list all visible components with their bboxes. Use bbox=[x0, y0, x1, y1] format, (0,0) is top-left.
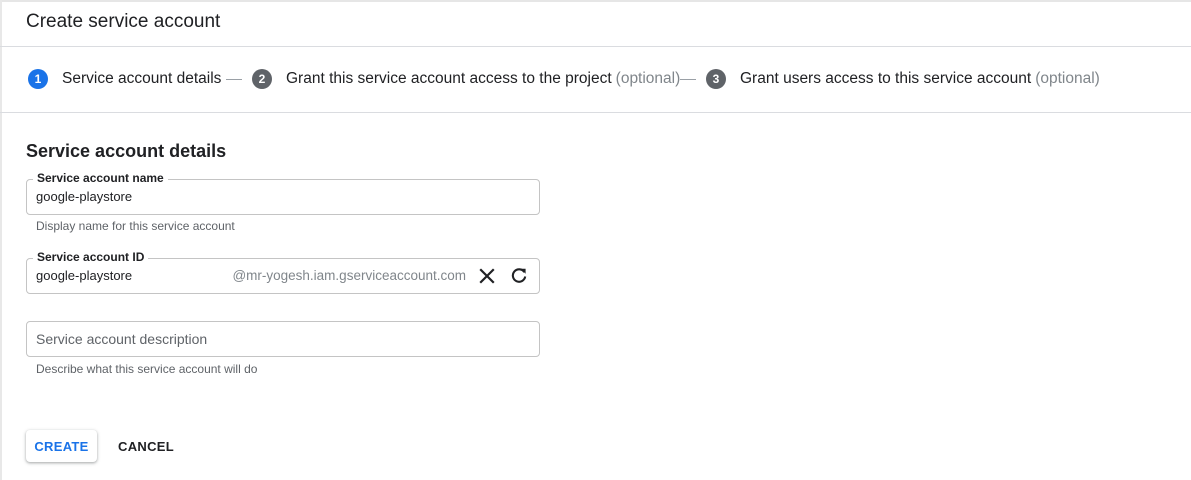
page-title: Create service account bbox=[26, 11, 221, 32]
service-account-name-hint: Display name for this service account bbox=[36, 219, 235, 233]
service-account-description-field[interactable]: Service account description bbox=[26, 321, 540, 357]
step-1[interactable]: 1 Service account details bbox=[28, 68, 221, 90]
service-account-id-suffix: @mr-yogesh.iam.gserviceaccount.com bbox=[232, 268, 466, 283]
close-icon bbox=[479, 268, 495, 284]
step-connector-1 bbox=[226, 79, 242, 80]
cancel-button[interactable]: CANCEL bbox=[110, 430, 182, 462]
page-header: Create service account bbox=[0, 0, 1191, 47]
step-1-number: 1 bbox=[28, 69, 48, 89]
service-account-description-hint: Describe what this service account will … bbox=[36, 362, 258, 376]
step-2-optional: (optional) bbox=[615, 70, 681, 87]
refresh-icon bbox=[511, 268, 527, 283]
step-2-number: 2 bbox=[252, 69, 272, 89]
step-2-label: Grant this service account access to the… bbox=[286, 70, 612, 87]
step-3-optional: (optional) bbox=[1035, 70, 1100, 87]
service-account-id-value[interactable]: google-playstore bbox=[36, 268, 132, 283]
section-title: Service account details bbox=[26, 141, 227, 161]
service-account-name-field[interactable]: Service account name google-playstore bbox=[26, 171, 540, 215]
regenerate-id-button[interactable] bbox=[509, 266, 529, 286]
create-button[interactable]: CREATE bbox=[26, 430, 97, 462]
service-account-name-value[interactable]: google-playstore bbox=[36, 189, 132, 204]
step-1-label: Service account details bbox=[62, 70, 222, 87]
service-account-description-placeholder[interactable]: Service account description bbox=[36, 331, 207, 347]
service-account-name-label: Service account name bbox=[33, 171, 168, 185]
stepper: 1 Service account details 2 Grant this s… bbox=[0, 47, 1191, 113]
service-account-id-field[interactable]: Service account ID google-playstore @mr-… bbox=[26, 250, 540, 294]
step-connector-2 bbox=[680, 79, 696, 80]
service-account-id-label: Service account ID bbox=[33, 250, 149, 264]
step-3-number: 3 bbox=[706, 69, 726, 89]
step-3-label: Grant users access to this service accou… bbox=[740, 70, 1032, 87]
step-2[interactable]: 2 Grant this service account access to t… bbox=[252, 68, 680, 90]
step-3[interactable]: 3 Grant users access to this service acc… bbox=[706, 68, 1100, 90]
clear-id-button[interactable] bbox=[477, 266, 497, 286]
